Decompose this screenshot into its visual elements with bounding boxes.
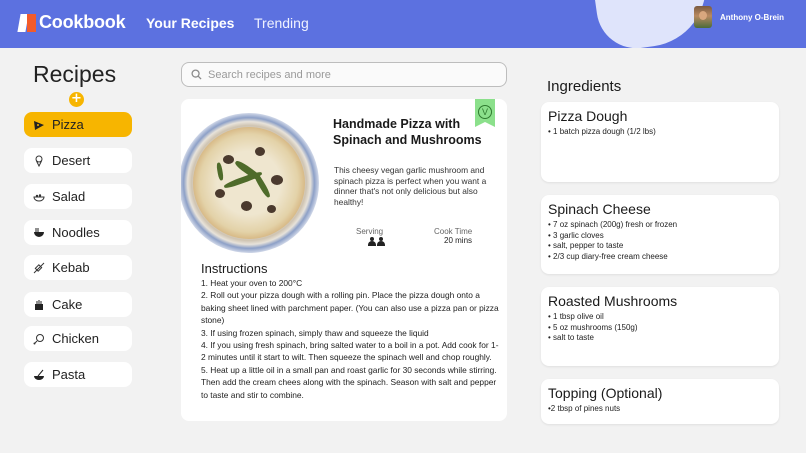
ingredient-item: • 2/3 cup diary-free cream cheese xyxy=(548,251,668,261)
pizza-icon xyxy=(33,119,45,131)
instructions-title: Instructions xyxy=(201,261,268,276)
ice-cream-icon xyxy=(33,155,45,167)
kebab-icon xyxy=(33,262,45,274)
avatar[interactable] xyxy=(694,6,712,28)
ingredient-item: • 5 oz mushrooms (150g) xyxy=(548,322,638,332)
noodle-bowl-icon xyxy=(33,227,45,239)
instruction-step: 5. Heat up a little oil in a small pan a… xyxy=(201,364,497,400)
ingredient-item: • 7 oz spinach (200g) fresh or frozen xyxy=(548,220,678,229)
user-profile[interactable]: Anthony O-Brein xyxy=(694,6,784,28)
app-logo[interactable]: Cookbook xyxy=(17,12,126,33)
search-input[interactable] xyxy=(208,68,488,81)
ingredient-group-title: Pizza Dough xyxy=(548,108,628,124)
nav-your-recipes[interactable]: Your Recipes xyxy=(146,15,234,31)
top-header: Cookbook Your Recipes Trending Anthony O… xyxy=(0,0,806,48)
search-icon xyxy=(191,69,202,80)
serving-label: Serving xyxy=(356,227,384,236)
category-label: Salad xyxy=(52,189,86,204)
ingredient-group-title: Roasted Mushrooms xyxy=(548,293,678,309)
category-cake[interactable]: Cake xyxy=(24,292,132,317)
category-label: Chicken xyxy=(52,331,99,346)
ingredients-title: Ingredients xyxy=(547,78,622,95)
category-label: Noodles xyxy=(52,225,100,240)
category-pasta[interactable]: Pasta xyxy=(24,362,132,387)
instruction-step: 2. Roll out your pizza dough with a roll… xyxy=(201,290,499,326)
book-logo-icon xyxy=(17,13,37,33)
ingredient-item: • salt, pepper to taste xyxy=(548,241,624,250)
instructions-list[interactable]: 1. Heat your oven to 200°C 2. Roll out y… xyxy=(201,277,501,409)
ingredient-item: • 1 tbsp olive oil xyxy=(548,312,604,321)
category-kebab[interactable]: Kebab xyxy=(24,255,132,280)
instruction-step: 1. Heat your oven to 200°C xyxy=(201,278,303,288)
pizza-photo xyxy=(181,113,319,253)
ingredient-group-title: Spinach Cheese xyxy=(548,201,651,217)
add-recipe-button[interactable]: + xyxy=(69,92,84,107)
recipe-card: V Handmade Pizza with Spinach and Mushro… xyxy=(181,99,507,421)
category-noodles[interactable]: Noodles xyxy=(24,220,132,245)
ingredient-group-spinach-cheese: Spinach Cheese • 7 oz spinach (200g) fre… xyxy=(541,195,779,274)
ingredient-item: • 1 batch pizza dough (1/2 lbs) xyxy=(548,127,656,136)
category-label: Desert xyxy=(52,153,91,168)
ingredient-group-title: Topping (Optional) xyxy=(548,385,663,401)
serving-people-icon xyxy=(368,237,385,246)
sidebar-title: Recipes xyxy=(33,61,117,87)
instruction-step: 4. If you using fresh spinach, bring sal… xyxy=(201,340,499,363)
nav-trending[interactable]: Trending xyxy=(254,15,309,31)
ingredient-group-pizza-dough: Pizza Dough • 1 batch pizza dough (1/2 l… xyxy=(541,102,779,182)
ingredient-item: • 3 garlic cloves xyxy=(548,230,604,240)
ingredient-item: •2 tbsp of pines nuts xyxy=(548,404,621,413)
ingredient-group-roasted-mushrooms: Roasted Mushrooms • 1 tbsp olive oil • 5… xyxy=(541,287,779,366)
logo-text: Cookbook xyxy=(39,12,126,32)
cook-time-label: Cook Time xyxy=(434,227,473,236)
pasta-icon xyxy=(33,369,45,381)
ingredient-item: • salt to taste xyxy=(548,333,594,342)
cake-icon xyxy=(33,299,45,311)
ingredient-group-topping: Topping (Optional) •2 tbsp of pines nuts xyxy=(541,379,779,424)
category-label: Pizza xyxy=(52,117,84,132)
user-name: Anthony O-Brein xyxy=(720,12,784,22)
cook-time-value: 20 mins xyxy=(444,236,473,245)
category-label: Cake xyxy=(52,297,83,312)
category-pizza[interactable]: Pizza xyxy=(24,112,132,137)
salad-bowl-icon xyxy=(33,191,45,203)
recipe-description: This cheesy vegan garlic mushroom and sp… xyxy=(334,165,487,208)
category-chicken[interactable]: Chicken xyxy=(24,326,132,351)
instruction-step: 3. If using frozen spinach, simply thaw … xyxy=(201,327,429,338)
recipe-title: Handmade Pizza with Spinach and Mushroom… xyxy=(333,117,482,147)
chicken-icon xyxy=(33,333,45,345)
category-label: Kebab xyxy=(52,260,90,275)
category-label: Pasta xyxy=(52,367,86,382)
search-bar[interactable] xyxy=(181,62,507,87)
category-salad[interactable]: Salad xyxy=(24,184,132,209)
category-desert[interactable]: Desert xyxy=(24,148,132,173)
